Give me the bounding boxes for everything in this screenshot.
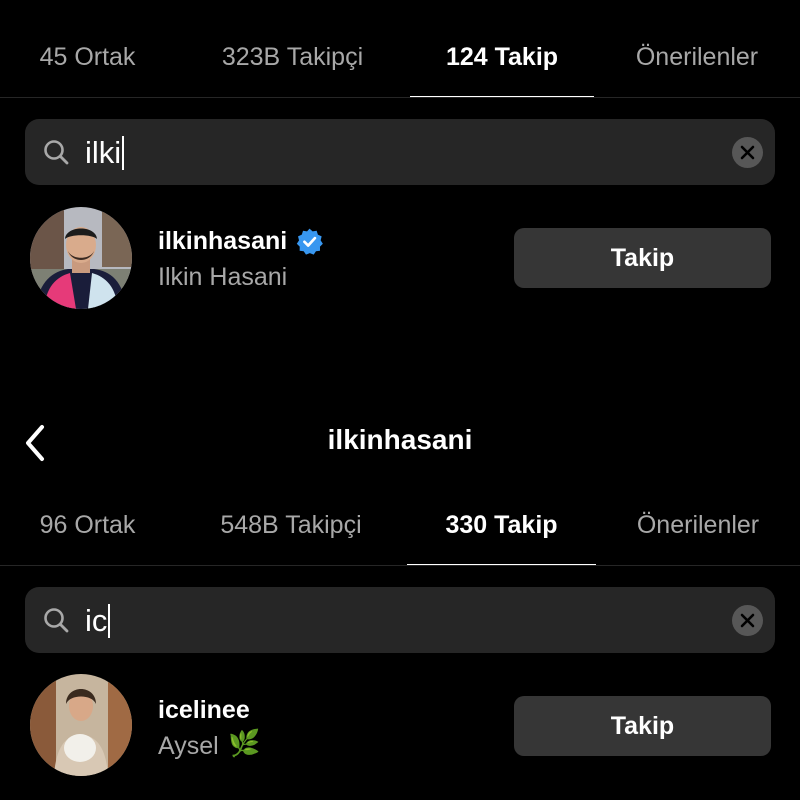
tab-mutual[interactable]: 96 Ortak: [0, 468, 175, 564]
tab-following[interactable]: 124 Takip: [410, 0, 594, 98]
text-cursor: [108, 603, 111, 638]
herb-emoji: 🌿: [228, 728, 261, 758]
tab-suggested[interactable]: Önerilenler: [594, 0, 800, 96]
avatar[interactable]: [30, 674, 132, 776]
tab-mutual[interactable]: 45 Ortak: [0, 0, 175, 96]
text-cursor: [122, 135, 125, 170]
search-bar[interactable]: ic: [25, 587, 775, 653]
tab-bar: 96 Ortak 548B Takipçi 330 Takip Önerilen…: [0, 468, 800, 566]
page-title: ilkinhasani: [327, 424, 473, 455]
search-icon: [43, 139, 69, 170]
tab-suggested[interactable]: Önerilenler: [596, 468, 800, 564]
search-result-row[interactable]: icelinee Aysel 🌿 Takip: [0, 674, 800, 784]
username[interactable]: ilkinhasani: [158, 227, 287, 256]
tab-divider: [0, 97, 800, 98]
search-input[interactable]: ic: [85, 587, 111, 653]
clear-search-icon[interactable]: [732, 137, 763, 168]
verified-badge-icon: [296, 228, 323, 260]
search-query: ilki: [85, 135, 122, 170]
tab-divider: [0, 565, 800, 566]
tab-bar: 45 Ortak 323B Takipçi 124 Takip Önerilen…: [0, 0, 800, 98]
full-name: Ilkin Hasani: [158, 263, 288, 291]
tab-followers[interactable]: 548B Takipçi: [175, 468, 407, 564]
avatar[interactable]: [30, 207, 132, 309]
full-name: Aysel: [158, 732, 219, 760]
follow-button[interactable]: Takip: [514, 696, 771, 756]
search-query: ic: [85, 603, 108, 638]
clear-search-icon[interactable]: [732, 605, 763, 636]
username[interactable]: icelinee: [158, 696, 250, 725]
follow-button[interactable]: Takip: [514, 228, 771, 288]
search-result-row[interactable]: ilkinhasani Ilkin Hasani Takip: [0, 207, 800, 317]
search-input[interactable]: ilki: [85, 119, 125, 185]
tab-followers[interactable]: 323B Takipçi: [175, 0, 410, 96]
search-icon: [43, 607, 69, 638]
tab-following[interactable]: 330 Takip: [407, 468, 596, 566]
search-bar[interactable]: ilki: [25, 119, 775, 185]
